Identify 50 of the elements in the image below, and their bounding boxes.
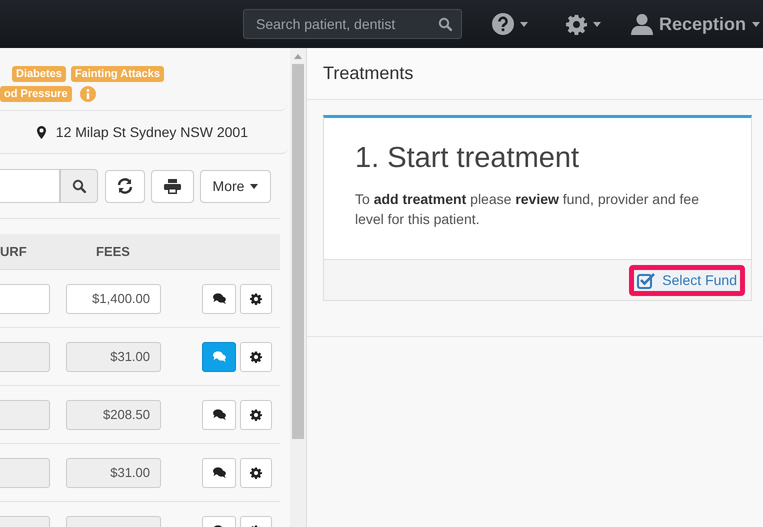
comments-icon — [212, 351, 226, 362]
caret-icon — [520, 22, 528, 26]
scrollbar[interactable] — [290, 48, 306, 527]
user-icon — [631, 13, 653, 35]
medical-alert-tag: Diabetes — [12, 66, 66, 82]
medical-alert-tag: od Pressure — [0, 86, 72, 102]
help-menu-button[interactable] — [492, 13, 528, 35]
refresh-button[interactable] — [105, 170, 145, 202]
select-fund-link[interactable]: Select Fund — [629, 264, 745, 296]
fee-field[interactable]: $1,400.00 — [66, 284, 161, 314]
settings-button[interactable] — [240, 400, 272, 430]
comments-icon — [212, 409, 226, 420]
search-icon — [438, 17, 452, 31]
user-menu-button[interactable]: Reception — [631, 13, 760, 35]
column-header: URF — [0, 244, 28, 259]
settings-menu-button[interactable] — [566, 14, 601, 34]
print-button[interactable] — [151, 170, 194, 202]
card-text: To add treatment please review fund, provider and fee level for this patient. — [355, 190, 700, 229]
notes-button[interactable] — [202, 400, 236, 430]
search-button[interactable] — [60, 169, 98, 203]
search-field[interactable]: Search patient, dentist — [243, 9, 462, 39]
printer-icon — [164, 178, 181, 194]
more-dropdown-button[interactable]: More — [200, 170, 271, 202]
patient-address: 12 Milap St Sydney NSW 2001 — [56, 124, 248, 140]
notes-button[interactable] — [202, 284, 236, 314]
comments-icon — [212, 467, 226, 478]
gear-icon — [250, 408, 262, 420]
caret-icon — [250, 184, 258, 188]
info-icon — [80, 86, 96, 102]
settings-button[interactable] — [240, 458, 272, 488]
caret-icon — [593, 22, 601, 26]
scroll-up-icon — [294, 54, 302, 59]
comments-icon — [212, 293, 226, 304]
caret-icon — [752, 22, 760, 26]
settings-button[interactable] — [240, 342, 272, 372]
surface-field[interactable] — [0, 284, 50, 314]
checkbox-icon — [637, 272, 656, 288]
notes-button[interactable] — [202, 458, 236, 488]
gear-icon — [250, 292, 262, 304]
map-pin-icon — [36, 126, 46, 138]
gear-icon — [566, 14, 587, 34]
column-header: FEES — [96, 244, 130, 259]
gear-icon — [250, 350, 262, 362]
settings-button[interactable] — [240, 284, 272, 314]
card-heading: 1. Start treatment — [355, 142, 580, 175]
gear-icon — [250, 466, 262, 478]
search-icon — [72, 179, 86, 193]
help-icon — [492, 13, 514, 35]
medical-alert-tag: Fainting Attacks — [70, 66, 164, 82]
refresh-icon — [117, 178, 133, 194]
